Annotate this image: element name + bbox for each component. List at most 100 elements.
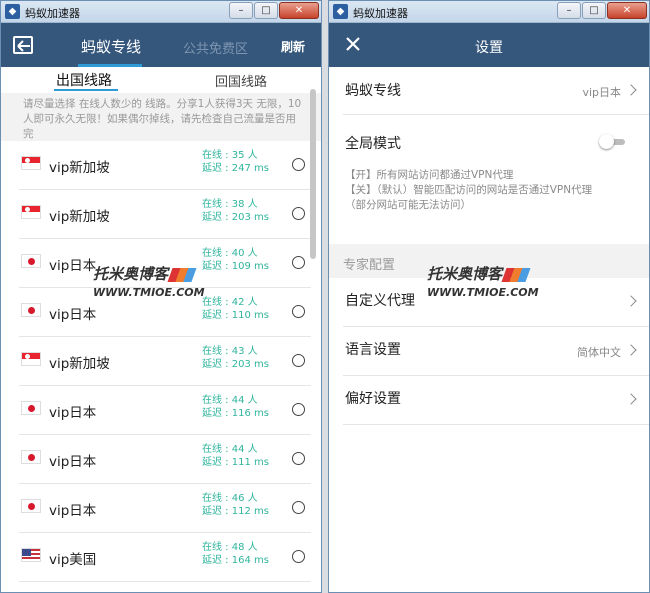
- main-window: ◆ 蚂蚁加速器 – □ ✕ 蚂蚁专线 公共免费区 刷新 出国线路 回国线路 请尽…: [0, 0, 322, 593]
- tab-ant-line[interactable]: 蚂蚁专线: [81, 36, 141, 57]
- app-header: 蚂蚁专线 公共免费区 刷新: [1, 23, 321, 67]
- latency: 延迟 : 247 ms: [202, 163, 269, 174]
- title-bar: ◆ 蚂蚁加速器 – □ ✕: [329, 1, 649, 23]
- server-row[interactable]: vip美国 在线 : 48 人延迟 : 164 ms: [19, 533, 311, 582]
- server-stats: 在线 : 35 人延迟 : 247 ms: [202, 149, 269, 175]
- server-radio[interactable]: [292, 403, 305, 416]
- server-stats: 在线 : 43 人延迟 : 203 ms: [202, 345, 269, 371]
- server-stats: 在线 : 40 人延迟 : 109 ms: [202, 247, 269, 273]
- server-row[interactable]: vip日本 在线 : 42 人延迟 : 110 ms: [19, 288, 311, 337]
- preference-label: 偏好设置: [345, 391, 401, 407]
- title-bar: ◆ 蚂蚁加速器 – □ ✕: [1, 1, 321, 23]
- server-name: vip日本: [49, 307, 97, 323]
- server-stats: 在线 : 46 人延迟 : 112 ms: [202, 492, 269, 518]
- server-stats: 在线 : 42 人延迟 : 110 ms: [202, 296, 269, 322]
- online-count: 在线 : 48 人: [202, 542, 258, 553]
- server-row[interactable]: vip日本 在线 : 44 人延迟 : 111 ms: [19, 435, 311, 484]
- server-name: vip新加坡: [49, 356, 110, 372]
- arrow-left-icon: [17, 40, 30, 52]
- server-row[interactable]: vip新加坡 在线 : 35 人延迟 : 247 ms: [19, 141, 311, 190]
- japan-flag-icon: [21, 303, 41, 317]
- online-count: 在线 : 40 人: [202, 248, 258, 259]
- minimize-button[interactable]: –: [229, 2, 253, 19]
- server-stats: 在线 : 44 人延迟 : 111 ms: [202, 443, 269, 469]
- ant-line-value: vip日本: [582, 86, 621, 99]
- singapore-flag-icon: [21, 205, 41, 219]
- online-count: 在线 : 38 人: [202, 199, 258, 210]
- server-name: vip美国: [49, 552, 97, 568]
- subtab-indicator: [54, 89, 118, 91]
- chevron-right-icon: [625, 344, 637, 356]
- japan-flag-icon: [21, 254, 41, 268]
- chevron-right-icon: [625, 393, 637, 405]
- server-radio[interactable]: [292, 354, 305, 367]
- language-label: 语言设置: [345, 342, 401, 358]
- singapore-flag-icon: [21, 156, 41, 170]
- server-name: vip日本: [49, 405, 97, 421]
- toggle-knob: [599, 134, 614, 149]
- minimize-button[interactable]: –: [557, 2, 581, 19]
- ant-line-setting[interactable]: 蚂蚁专线 vip日本: [343, 67, 649, 115]
- window-title: 蚂蚁加速器: [353, 7, 408, 20]
- server-radio[interactable]: [292, 207, 305, 220]
- latency: 延迟 : 109 ms: [202, 261, 269, 272]
- latency: 延迟 : 164 ms: [202, 555, 269, 566]
- japan-flag-icon: [21, 450, 41, 464]
- server-name: vip日本: [49, 454, 97, 470]
- maximize-button[interactable]: □: [254, 2, 278, 19]
- server-row[interactable]: vip新加坡 在线 : 43 人延迟 : 203 ms: [19, 337, 311, 386]
- usa-flag-icon: [21, 548, 41, 562]
- ant-line-label: 蚂蚁专线: [345, 83, 401, 99]
- server-stats: 在线 : 48 人延迟 : 164 ms: [202, 541, 269, 567]
- chevron-right-icon: [625, 295, 637, 307]
- server-stats: 在线 : 44 人延迟 : 116 ms: [202, 394, 269, 420]
- refresh-button[interactable]: 刷新: [281, 38, 305, 55]
- settings-window: ◆ 蚂蚁加速器 – □ ✕ 设置 蚂蚁专线 vip日本 全局模式 【开】所有网站…: [328, 0, 650, 593]
- server-radio[interactable]: [292, 256, 305, 269]
- singapore-flag-icon: [21, 352, 41, 366]
- close-window-button[interactable]: ✕: [279, 2, 319, 19]
- global-mode-toggle[interactable]: [599, 134, 625, 149]
- server-name: vip日本: [49, 503, 97, 519]
- server-radio[interactable]: [292, 158, 305, 171]
- subtab-outbound[interactable]: 出国线路: [56, 70, 112, 90]
- online-count: 在线 : 42 人: [202, 297, 258, 308]
- server-radio[interactable]: [292, 550, 305, 563]
- online-count: 在线 : 35 人: [202, 150, 258, 161]
- custom-proxy-label: 自定义代理: [345, 293, 415, 309]
- server-list: vip新加坡 在线 : 35 人延迟 : 247 ms vip新加坡 在线 : 38 …: [1, 141, 311, 582]
- expert-section-header: 专家配置: [329, 244, 649, 278]
- server-radio[interactable]: [292, 305, 305, 318]
- server-row[interactable]: vip新加坡 在线 : 38 人延迟 : 203 ms: [19, 190, 311, 239]
- global-mode-label: 全局模式: [345, 136, 401, 152]
- global-mode-description: 【开】所有网站访问都通过VPN代理 【关】（默认）智能匹配访问的网站是否通过VP…: [345, 169, 593, 211]
- latency: 延迟 : 203 ms: [202, 359, 269, 370]
- settings-title: 设置: [475, 40, 503, 56]
- latency: 延迟 : 111 ms: [202, 457, 269, 468]
- back-button[interactable]: [13, 36, 33, 54]
- maximize-button[interactable]: □: [582, 2, 606, 19]
- route-tabs: 出国线路 回国线路: [1, 67, 321, 93]
- server-row[interactable]: vip日本 在线 : 44 人延迟 : 116 ms: [19, 386, 311, 435]
- app-icon: ◆: [5, 4, 20, 19]
- close-window-button[interactable]: ✕: [607, 2, 647, 19]
- preference-setting[interactable]: 偏好设置: [343, 376, 649, 425]
- japan-flag-icon: [21, 401, 41, 415]
- server-row[interactable]: vip日本 在线 : 40 人延迟 : 109 ms: [19, 239, 311, 288]
- custom-proxy-setting[interactable]: 自定义代理: [343, 278, 649, 327]
- settings-header: 设置: [329, 23, 649, 67]
- window-title: 蚂蚁加速器: [25, 7, 80, 20]
- server-radio[interactable]: [292, 501, 305, 514]
- server-row[interactable]: vip日本 在线 : 46 人延迟 : 112 ms: [19, 484, 311, 533]
- server-name: vip新加坡: [49, 160, 110, 176]
- server-radio[interactable]: [292, 452, 305, 465]
- scrollbar[interactable]: [310, 89, 316, 259]
- latency: 延迟 : 203 ms: [202, 212, 269, 223]
- server-name: vip日本: [49, 258, 97, 274]
- latency: 延迟 : 116 ms: [202, 408, 269, 419]
- subtab-inbound[interactable]: 回国线路: [215, 71, 267, 90]
- latency: 延迟 : 110 ms: [202, 310, 269, 321]
- app-icon: ◆: [333, 4, 348, 19]
- tab-free-zone[interactable]: 公共免费区: [183, 38, 248, 57]
- language-setting[interactable]: 语言设置 简体中文: [343, 327, 649, 376]
